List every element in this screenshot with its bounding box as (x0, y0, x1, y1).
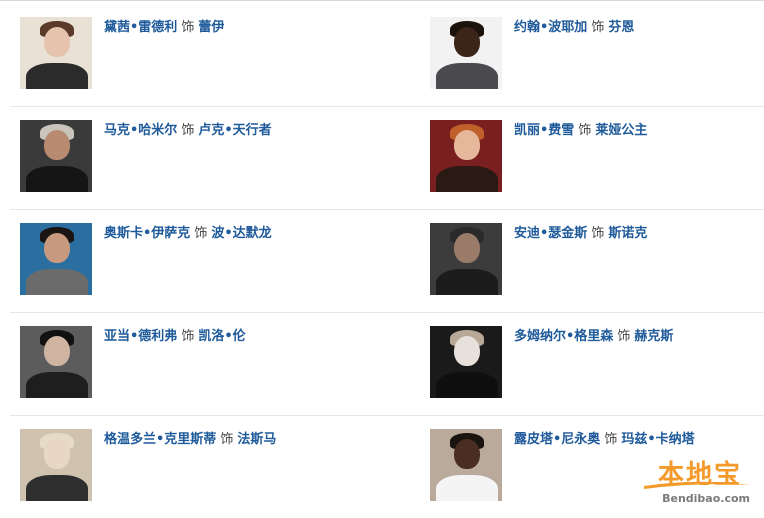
cast-row: 亚当•德利弗饰凯洛•伦 多姆纳尔•格里森饰赫克斯 (10, 313, 764, 416)
actor-name[interactable]: 格温多兰•克里斯蒂 (104, 432, 216, 447)
cast-caption: 多姆纳尔•格里森饰赫克斯 (514, 328, 673, 346)
cast-caption: 安迪•瑟金斯饰斯诺克 (514, 225, 647, 243)
cast-entry: 黛茜•雷德利饰蕾伊 (20, 17, 380, 91)
actor-photo[interactable] (20, 17, 92, 89)
role-separator: 饰 (591, 20, 605, 35)
watermark-swoosh-icon (644, 481, 750, 489)
actor-name[interactable]: 奥斯卡•伊萨克 (104, 226, 190, 241)
cast-entry: 凯丽•费雪饰莱娅公主 (430, 120, 764, 194)
cast-caption: 马克•哈米尔饰卢克•天行者 (104, 122, 272, 140)
character-name[interactable]: 蕾伊 (198, 20, 224, 35)
character-name[interactable]: 卢克•天行者 (198, 123, 271, 138)
actor-photo[interactable] (430, 223, 502, 295)
cast-row: 奥斯卡•伊萨克饰波•达默龙 安迪•瑟金斯饰斯诺克 (10, 210, 764, 313)
actor-name[interactable]: 亚当•德利弗 (104, 329, 177, 344)
cast-caption: 奥斯卡•伊萨克饰波•达默龙 (104, 225, 272, 243)
role-separator: 饰 (194, 226, 208, 241)
cast-row: 黛茜•雷德利饰蕾伊 约翰•波耶加饰芬恩 (10, 4, 764, 107)
character-name[interactable]: 莱娅公主 (595, 123, 647, 138)
role-separator: 饰 (220, 432, 234, 447)
role-separator: 饰 (181, 20, 195, 35)
character-name[interactable]: 芬恩 (608, 20, 634, 35)
character-name[interactable]: 斯诺克 (608, 226, 647, 241)
actor-name[interactable]: 露皮塔•尼永奥 (514, 432, 600, 447)
watermark-logo: 本地宝 Bendibao.com (638, 454, 756, 508)
cast-entry: 多姆纳尔•格里森饰赫克斯 (430, 326, 764, 400)
actor-photo[interactable] (20, 223, 92, 295)
character-name[interactable]: 法斯马 (237, 432, 276, 447)
role-separator: 饰 (591, 226, 605, 241)
cast-caption: 约翰•波耶加饰芬恩 (514, 19, 634, 37)
cast-entry: 格温多兰•克里斯蒂饰法斯马 (20, 429, 380, 503)
cast-caption: 凯丽•费雪饰莱娅公主 (514, 122, 647, 140)
role-separator: 饰 (604, 432, 618, 447)
actor-name[interactable]: 安迪•瑟金斯 (514, 226, 587, 241)
cast-entry: 奥斯卡•伊萨克饰波•达默龙 (20, 223, 380, 297)
cast-entry: 亚当•德利弗饰凯洛•伦 (20, 326, 380, 400)
actor-photo[interactable] (20, 429, 92, 501)
actor-name[interactable]: 黛茜•雷德利 (104, 20, 177, 35)
actor-photo[interactable] (20, 326, 92, 398)
actor-photo[interactable] (20, 120, 92, 192)
actor-photo[interactable] (430, 120, 502, 192)
watermark-url: Bendibao.com (662, 492, 750, 505)
cast-row: 马克•哈米尔饰卢克•天行者 凯丽•费雪饰莱娅公主 (10, 107, 764, 210)
cast-entry: 马克•哈米尔饰卢克•天行者 (20, 120, 380, 194)
cast-entry: 约翰•波耶加饰芬恩 (430, 17, 764, 91)
character-name[interactable]: 凯洛•伦 (198, 329, 245, 344)
actor-name[interactable]: 多姆纳尔•格里森 (514, 329, 613, 344)
character-name[interactable]: 赫克斯 (634, 329, 673, 344)
role-separator: 饰 (617, 329, 631, 344)
actor-photo[interactable] (430, 326, 502, 398)
actor-name[interactable]: 约翰•波耶加 (514, 20, 587, 35)
top-divider (0, 0, 764, 1)
character-name[interactable]: 玛兹•卡纳塔 (621, 432, 694, 447)
actor-name[interactable]: 马克•哈米尔 (104, 123, 177, 138)
actor-name[interactable]: 凯丽•费雪 (514, 123, 574, 138)
cast-caption: 亚当•德利弗饰凯洛•伦 (104, 328, 246, 346)
actor-photo[interactable] (430, 17, 502, 89)
cast-caption: 格温多兰•克里斯蒂饰法斯马 (104, 431, 276, 449)
character-name[interactable]: 波•达默龙 (211, 226, 271, 241)
role-separator: 饰 (181, 329, 195, 344)
cast-entry: 安迪•瑟金斯饰斯诺克 (430, 223, 764, 297)
actor-photo[interactable] (430, 429, 502, 501)
cast-caption: 露皮塔•尼永奥饰玛兹•卡纳塔 (514, 431, 695, 449)
role-separator: 饰 (578, 123, 592, 138)
cast-list: 黛茜•雷德利饰蕾伊 约翰•波耶加饰芬恩 马克•哈米尔饰卢克•天行者 凯丽•费雪饰莱娅公… (10, 4, 764, 518)
cast-caption: 黛茜•雷德利饰蕾伊 (104, 19, 224, 37)
role-separator: 饰 (181, 123, 195, 138)
